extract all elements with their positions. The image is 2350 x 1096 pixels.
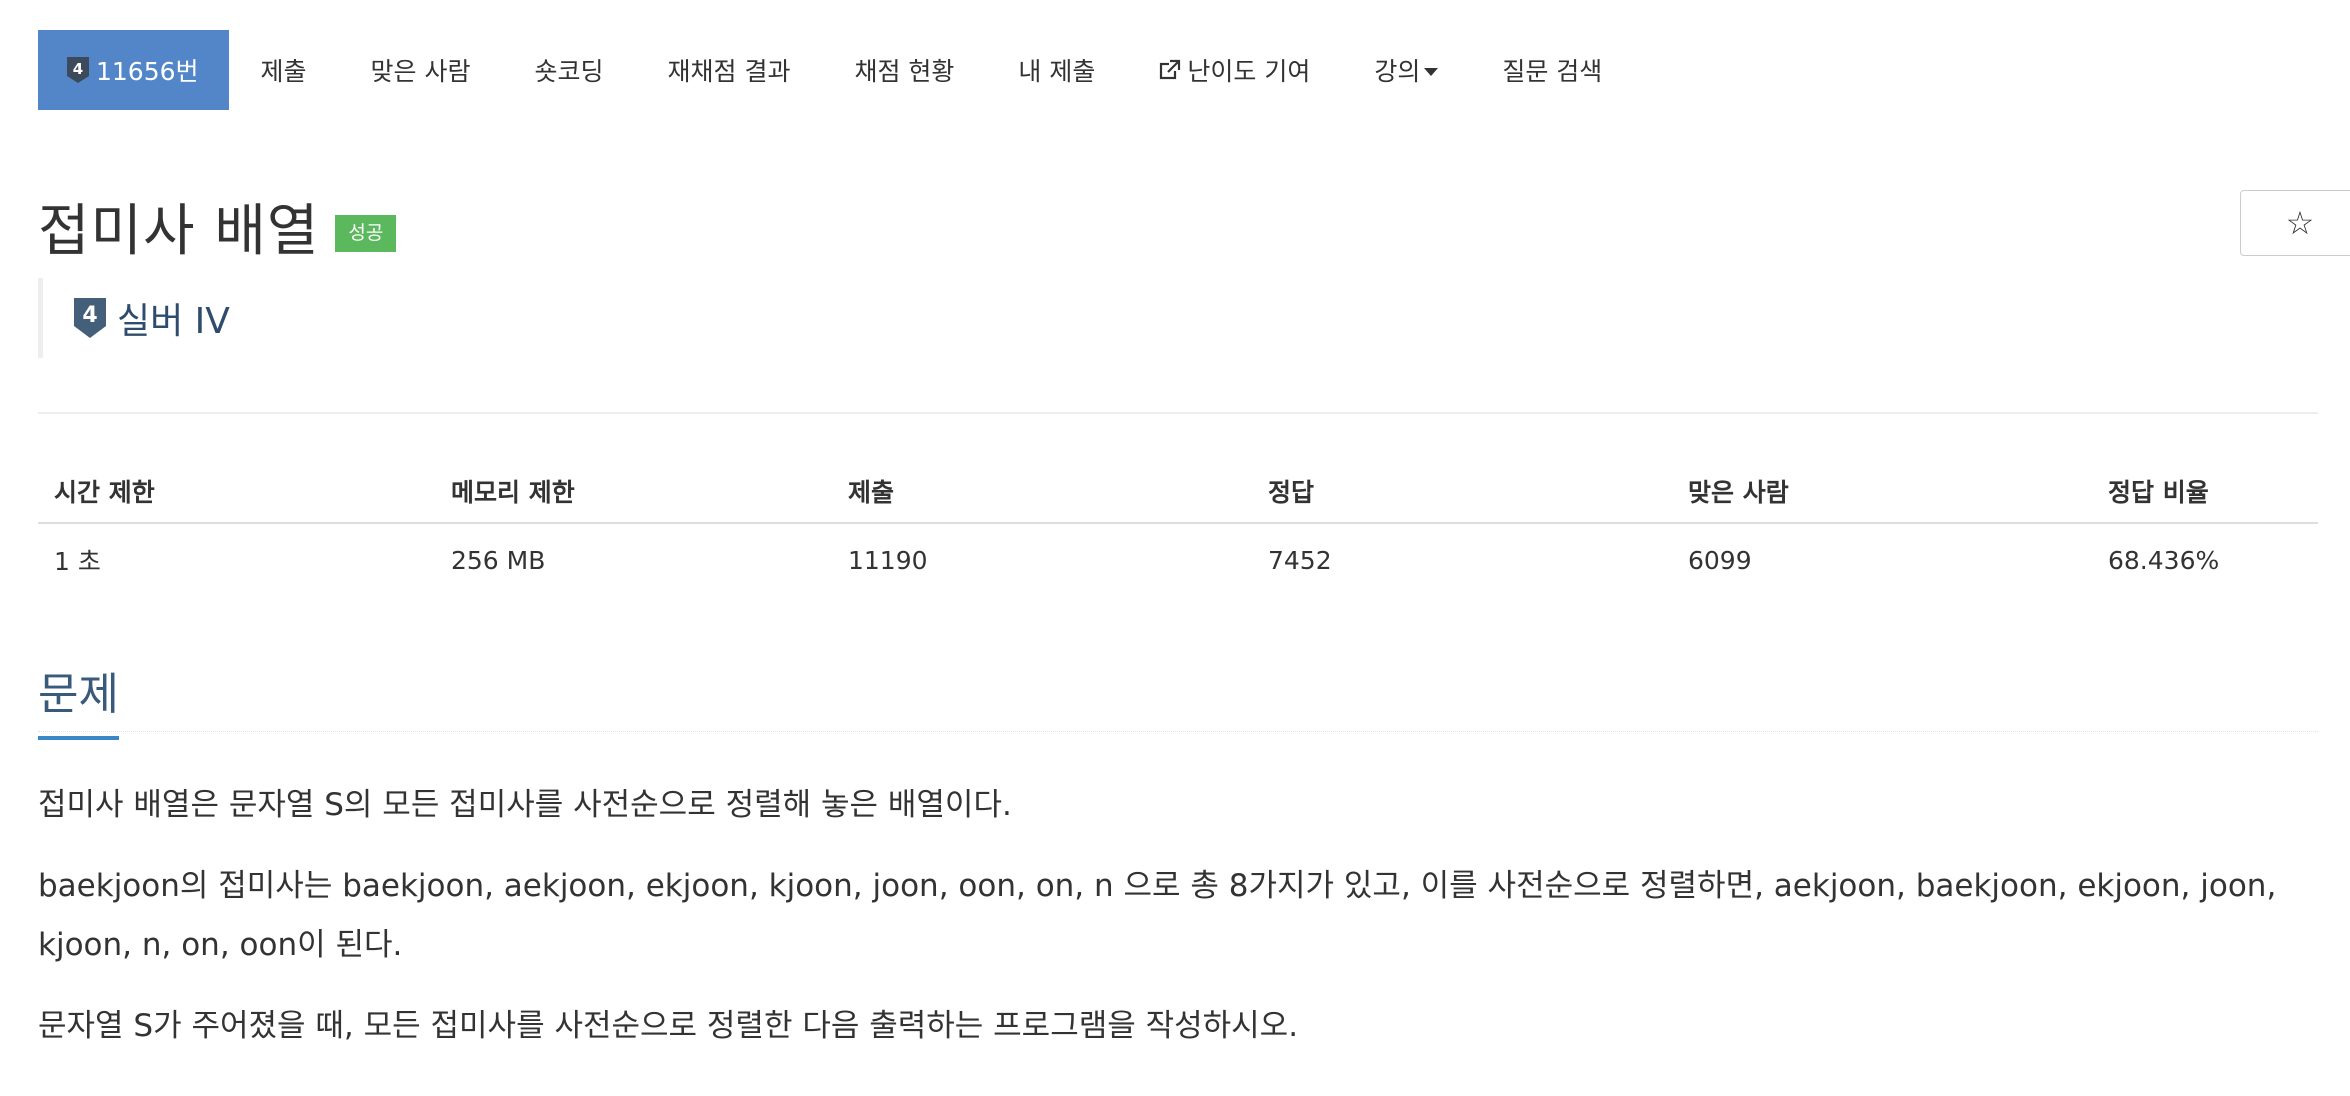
nav-solvers[interactable]: 맞은 사람 bbox=[339, 30, 503, 110]
nav-difficulty-label: 난이도 기여 bbox=[1187, 57, 1311, 86]
nav-submit[interactable]: 제출 bbox=[229, 30, 339, 110]
problem-title: 접미사 배열 bbox=[38, 199, 320, 264]
table-header-row: 시간 제한 메모리 제한 제출 정답 맞은 사람 정답 비율 bbox=[38, 460, 2318, 524]
nav-shortcoding-label: 숏코딩 bbox=[534, 57, 604, 86]
problem-title-row: 접미사 배열 성공 bbox=[38, 186, 397, 267]
nav-question-search[interactable]: 질문 검색 bbox=[1470, 30, 1634, 110]
nav-my-submissions[interactable]: 내 제출 bbox=[986, 30, 1127, 110]
value-accepted: 7452 bbox=[1268, 545, 1332, 575]
nav-grading-status-label: 채점 현황 bbox=[854, 57, 955, 86]
nav-lectures-dropdown[interactable]: 강의 bbox=[1342, 30, 1470, 110]
nav-question-search-label: 질문 검색 bbox=[1502, 57, 1603, 86]
description-paragraph: 접미사 배열은 문자열 S의 모든 접미사를 사전순으로 정렬해 놓은 배열이다… bbox=[38, 787, 1012, 823]
nav-grading-status[interactable]: 채점 현황 bbox=[822, 30, 986, 110]
nav-rejudge-label: 재채점 결과 bbox=[667, 57, 791, 86]
problem-info-table: 시간 제한 메모리 제한 제출 정답 맞은 사람 정답 비율 1 초 256 M… bbox=[38, 460, 2318, 596]
divider bbox=[38, 412, 2318, 414]
problem-page: 4 11656번 제출 맞은 사람 숏코딩 재채점 결과 채점 현황 내 제출 … bbox=[0, 0, 2350, 1096]
value-accept-ratio: 68.436% bbox=[2108, 545, 2220, 575]
value-time-limit: 1 초 bbox=[54, 547, 101, 576]
nav-rejudge[interactable]: 재채점 결과 bbox=[636, 30, 823, 110]
value-memory-limit: 256 MB bbox=[451, 545, 546, 575]
header-accept-ratio: 정답 비율 bbox=[2092, 460, 2318, 524]
table-row: 1 초 256 MB 11190 7452 6099 68.436% bbox=[38, 523, 2318, 596]
external-link-icon bbox=[1159, 59, 1181, 81]
section-title: 문제 bbox=[38, 658, 119, 740]
description-paragraph: baekjoon의 접미사는 baekjoon, aekjoon, ekjoon… bbox=[38, 868, 2277, 963]
header-time-limit: 시간 제한 bbox=[38, 460, 435, 524]
tier-badge-icon: 4 bbox=[66, 56, 90, 84]
problem-section-header: 문제 bbox=[38, 650, 2318, 740]
nav-problem-number[interactable]: 4 11656번 bbox=[38, 30, 229, 110]
nav-shortcoding[interactable]: 숏코딩 bbox=[503, 30, 636, 110]
nav-submit-label: 제출 bbox=[260, 57, 307, 86]
star-icon: ☆ bbox=[2285, 204, 2315, 242]
nav-solvers-label: 맞은 사람 bbox=[370, 57, 471, 86]
tier-name: 실버 IV bbox=[117, 301, 230, 342]
value-solvers: 6099 bbox=[1688, 545, 1752, 575]
svg-text:4: 4 bbox=[82, 303, 97, 328]
nav-my-submissions-label: 내 제출 bbox=[1018, 57, 1096, 86]
nav-difficulty-contribution[interactable]: 난이도 기여 bbox=[1127, 30, 1342, 110]
nav-lectures-label: 강의 bbox=[1374, 57, 1421, 86]
header-solvers: 맞은 사람 bbox=[1672, 460, 2092, 524]
favorite-star-button[interactable]: ☆ bbox=[2240, 190, 2350, 256]
silver-tier-icon: 4 bbox=[73, 297, 107, 339]
description-paragraph: 문자열 S가 주어졌을 때, 모든 접미사를 사전순으로 정렬한 다음 출력하는… bbox=[38, 1008, 1299, 1044]
svg-text:4: 4 bbox=[73, 60, 83, 78]
problem-description: 접미사 배열은 문자열 S의 모든 접미사를 사전순으로 정렬해 놓은 배열이다… bbox=[38, 776, 2328, 1078]
header-submissions: 제출 bbox=[832, 460, 1252, 524]
problem-tier: 4 실버 IV bbox=[38, 278, 438, 358]
caret-down-icon bbox=[1424, 68, 1439, 76]
problem-nav: 4 11656번 제출 맞은 사람 숏코딩 재채점 결과 채점 현황 내 제출 … bbox=[38, 30, 1634, 110]
value-submissions: 11190 bbox=[848, 545, 928, 575]
nav-problem-number-label: 11656번 bbox=[96, 57, 199, 86]
result-success-badge: 성공 bbox=[335, 215, 397, 252]
header-accepted: 정답 bbox=[1252, 460, 1672, 524]
header-memory-limit: 메모리 제한 bbox=[435, 460, 832, 524]
